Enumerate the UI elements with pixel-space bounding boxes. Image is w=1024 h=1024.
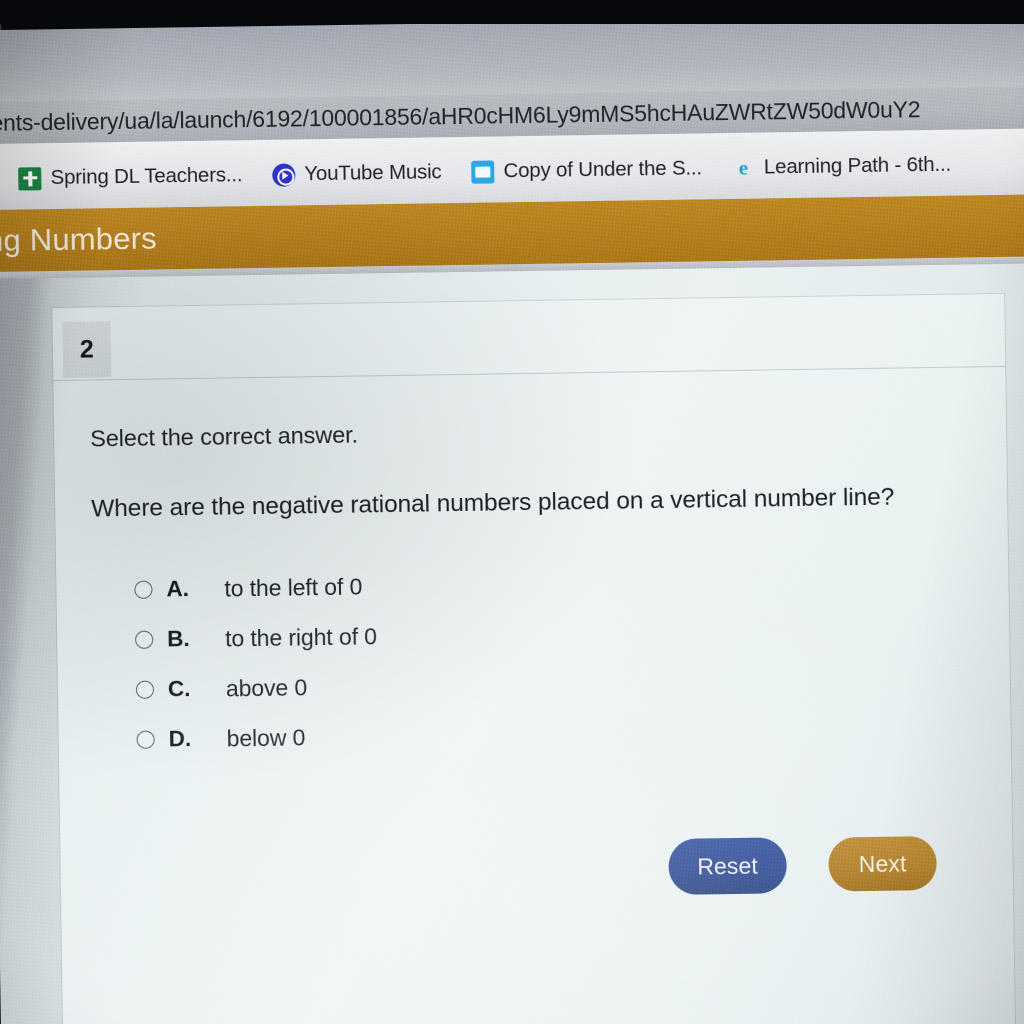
next-button[interactable]: Next [828, 835, 937, 892]
address-bar-url: ments-delivery/ua/la/launch/6192/1000018… [0, 95, 921, 136]
answer-choice-d[interactable]: D. below 0 [136, 704, 837, 764]
radio-button-c[interactable] [135, 680, 155, 699]
radio-button-d[interactable] [136, 730, 155, 749]
question-card: 2 Select the correct answer. Where are t… [52, 293, 1016, 1024]
photographed-screen: ments-delivery/ua/la/launch/6192/1000018… [0, 0, 1024, 1024]
bookmark-label: Spring DL Teachers... [50, 163, 243, 190]
bookmark-youtube-music[interactable]: YouTube Music [272, 160, 442, 187]
card-divider [53, 365, 1006, 382]
page-body: 2 Select the correct answer. Where are t… [0, 263, 1024, 1024]
google-doc-icon [471, 159, 495, 184]
bookmark-copy-of-under-the-s[interactable]: Copy of Under the S... [471, 156, 703, 184]
youtube-music-icon [272, 162, 296, 187]
google-sheets-icon [18, 166, 42, 191]
microsoft-edge-icon: e [738, 155, 749, 180]
answer-text: to the left of 0 [224, 572, 363, 602]
bookmark-label: Copy of Under the S... [503, 156, 703, 183]
bookmark-spring-dl-teachers[interactable]: Spring DL Teachers... [18, 163, 243, 191]
monitor-bezel-top-edge [0, 0, 1024, 24]
action-button-row: Reset Next [668, 835, 937, 895]
page-title: zing Numbers [0, 220, 158, 259]
answer-letter: D. [168, 726, 192, 752]
answer-letter: B. [166, 626, 190, 652]
answer-text: below 0 [226, 723, 306, 752]
question-number: 2 [79, 334, 95, 364]
reset-button[interactable]: Reset [668, 837, 788, 895]
answer-letter: C. [167, 676, 191, 702]
bookmark-label: YouTube Music [304, 160, 442, 186]
answer-choice-list: A. to the left of 0 B. to the right of 0… [134, 554, 837, 764]
instruction-text: Select the correct answer. [89, 421, 359, 452]
answer-letter: A. [166, 576, 190, 602]
browser-window: ments-delivery/ua/la/launch/6192/1000018… [0, 6, 1024, 1024]
answer-text: to the right of 0 [224, 622, 378, 652]
bookmark-label: Learning Path - 6th... [763, 152, 952, 179]
answer-text: above 0 [225, 673, 308, 702]
radio-button-a[interactable] [134, 580, 153, 599]
radio-button-b[interactable] [135, 630, 154, 649]
question-prompt: Where are the negative rational numbers … [91, 483, 895, 523]
bookmark-learning-path-6th[interactable]: e Learning Path - 6th... [732, 152, 952, 180]
question-number-badge: 2 [62, 321, 112, 378]
